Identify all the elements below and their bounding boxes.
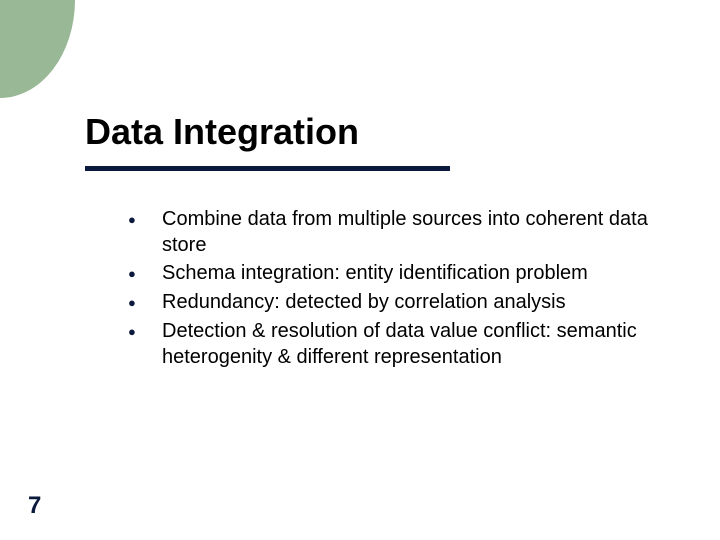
bullet-icon: ● [128,260,162,287]
list-item: ● Schema integration: entity identificat… [128,260,658,287]
list-item: ● Combine data from multiple sources int… [128,206,658,258]
bullet-icon: ● [128,318,162,345]
list-item: ● Detection & resolution of data value c… [128,318,658,370]
bullet-icon: ● [128,289,162,316]
slide-title: Data Integration [85,112,359,152]
list-item: ● Redundancy: detected by correlation an… [128,289,658,316]
bullet-text: Combine data from multiple sources into … [162,206,658,258]
title-underline [85,166,450,171]
page-number: 7 [28,492,41,520]
slide: Data Integration ● Combine data from mul… [0,0,720,540]
bullet-icon: ● [128,206,162,233]
bullet-text: Schema integration: entity identificatio… [162,260,658,286]
bullet-list: ● Combine data from multiple sources int… [128,206,658,372]
accent-corner [0,0,75,98]
bullet-text: Redundancy: detected by correlation anal… [162,289,658,315]
bullet-text: Detection & resolution of data value con… [162,318,658,370]
